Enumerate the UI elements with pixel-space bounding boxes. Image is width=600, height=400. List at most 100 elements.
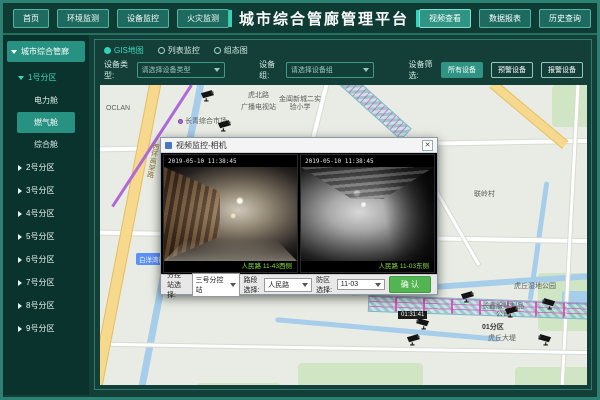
chevron-down-icon	[375, 283, 381, 287]
device-type-select[interactable]: 请选择设备类型	[137, 62, 225, 78]
chevron-right-icon	[18, 326, 22, 332]
video-monitor-dialog: 视频监控-相机 ✕ 2019-05-10 11:38:45 人民路 11-43西…	[160, 137, 438, 295]
radio-label: 组态图	[224, 45, 248, 56]
sidebar-item-zone6[interactable]: 6号分区	[3, 248, 89, 271]
close-icon[interactable]: ✕	[422, 140, 433, 151]
tunnel-video-frame	[164, 167, 297, 261]
nav-device-monitor-button[interactable]: 设备监控	[117, 9, 169, 28]
video-feed-left[interactable]: 2019-05-10 11:38:45 人民路 11-43西侧	[163, 154, 298, 273]
zone-label: 9号分区	[26, 323, 54, 334]
map-label: 联岭村	[474, 191, 495, 199]
nav-video-view-button[interactable]: 视频查看	[419, 9, 471, 28]
map-label: 虎丘湿地公园	[514, 283, 556, 291]
dialog-titlebar[interactable]: 视频监控-相机 ✕	[161, 138, 437, 153]
sidebar-zone1-label: 1号分区	[28, 72, 56, 83]
filter-alarm-devices-button[interactable]: 报警设备	[541, 62, 583, 78]
nav-env-monitor-button[interactable]: 环境监测	[57, 9, 109, 28]
radio-list-monitor[interactable]: 列表监控	[158, 45, 200, 56]
camera-timestamp-tooltip: 01:31:41	[398, 311, 427, 319]
sidebar-item-power-cabin[interactable]: 电力舱	[17, 90, 75, 111]
dialog-title: 视频监控-相机	[176, 140, 227, 151]
zone-label: 2号分区	[26, 162, 54, 173]
video-dialog-icon	[165, 142, 172, 149]
pipe-gallery-corridor	[333, 85, 412, 141]
station-select-label: 分控站选择:	[167, 270, 188, 300]
zone-badge: 01分区	[482, 322, 504, 332]
device-filter-row: 设备类型: 请选择设备类型 设备组: 请选择设备组 设备筛选: 所有设备 预警设…	[100, 59, 587, 85]
road-select[interactable]: 人民路	[264, 278, 312, 292]
station-select-value: 三号分控站	[196, 275, 226, 295]
chevron-down-icon	[230, 283, 236, 287]
map-label: 金阊新城二实验小学	[276, 96, 324, 113]
nav-data-report-button[interactable]: 数据报表	[479, 9, 531, 28]
sidebar-root-item[interactable]: 城市综合管廊	[7, 41, 85, 62]
sidebar-item-utility-cabin[interactable]: 综合舱	[17, 134, 75, 155]
radio-gis-map[interactable]: GIS地图	[104, 45, 144, 56]
cctv-camera-icon[interactable]	[504, 305, 522, 320]
zone-label: 7号分区	[26, 277, 54, 288]
cctv-camera-icon[interactable]	[406, 333, 424, 348]
title-area: 城市综合管廊管理平台	[229, 8, 419, 29]
defense-zone-select[interactable]: 11-03	[337, 279, 385, 290]
video-feed-right[interactable]: 2019-05-10 11:38:45 人民路 11-03东侧	[300, 154, 435, 273]
sidebar-item-zone3[interactable]: 3号分区	[3, 179, 89, 202]
device-group-select[interactable]: 请选择设备组	[286, 62, 374, 78]
sidebar-root-label: 城市综合管廊	[21, 46, 69, 57]
chevron-right-icon	[18, 188, 22, 194]
video-timestamp: 2019-05-10 11:38:45	[168, 158, 237, 165]
map-label: 虎丘大堤	[488, 335, 516, 343]
chevron-down-icon	[214, 68, 220, 72]
sidebar-item-zone2[interactable]: 2号分区	[3, 156, 89, 179]
sidebar-item-zone1[interactable]: 1号分区	[3, 66, 89, 89]
cctv-camera-icon[interactable]	[412, 317, 430, 332]
zone-label: 8号分区	[26, 300, 54, 311]
cctv-camera-icon[interactable]	[538, 297, 556, 312]
sidebar-item-zone5[interactable]: 5号分区	[3, 225, 89, 248]
video-panel-row: 2019-05-10 11:38:45 人民路 11-43西侧 2019-05-…	[161, 153, 437, 274]
chevron-down-icon	[18, 76, 24, 80]
nav-history-query-button[interactable]: 历史查询	[539, 9, 591, 28]
app-window: 首页 环境监测 设备监控 火灾监测 城市综合管廊管理平台 视频查看 数据报表 历…	[0, 0, 600, 400]
map-park-area	[552, 85, 587, 127]
map-green-area	[515, 367, 587, 385]
sidebar-item-zone4[interactable]: 4号分区	[3, 202, 89, 225]
sidebar-item-zone9[interactable]: 9号分区	[3, 317, 89, 340]
nav-right: 视频查看 数据报表 历史查询 用户管理	[419, 9, 600, 28]
chevron-right-icon	[18, 165, 22, 171]
sidebar-item-zone8[interactable]: 8号分区	[3, 294, 89, 317]
map-road	[100, 343, 587, 355]
sidebar-item-zone7[interactable]: 7号分区	[3, 271, 89, 294]
filter-warning-devices-button[interactable]: 预警设备	[491, 62, 533, 78]
sidebar-item-gas-cabin[interactable]: 燃气舱	[17, 112, 75, 133]
map-green-area	[298, 363, 423, 385]
dialog-controls: 分控站选择: 三号分控站 路段选择: 人民路 防区选择: 11-03 确 认	[161, 274, 437, 294]
video-location-label: 人民路 11-43西侧	[242, 260, 292, 270]
map-green-area	[196, 383, 281, 385]
station-select[interactable]: 三号分控站	[192, 273, 240, 297]
zone-label: 3号分区	[26, 185, 54, 196]
device-group-label: 设备组:	[259, 59, 278, 81]
confirm-button[interactable]: 确 认	[389, 276, 431, 293]
chevron-down-icon	[363, 68, 369, 72]
nav-home-button[interactable]: 首页	[13, 9, 49, 28]
cctv-camera-icon[interactable]	[460, 290, 478, 305]
nav-left: 首页 环境监测 设备监控 火灾监测	[13, 9, 229, 28]
road-select-value: 人民路	[268, 280, 289, 290]
device-type-label: 设备类型:	[104, 59, 129, 81]
sidebar-tree: 城市综合管廊 1号分区 电力舱 燃气舱 综合舱 2号分区 3号分区 4号分区 5…	[3, 35, 89, 395]
radio-dot-icon	[158, 47, 165, 54]
filter-all-devices-button[interactable]: 所有设备	[441, 62, 483, 78]
cctv-camera-icon[interactable]	[534, 333, 552, 348]
radio-label: 列表监控	[168, 45, 200, 56]
map-canal	[275, 317, 500, 342]
cctv-camera-icon[interactable]	[200, 89, 218, 104]
nav-fire-monitor-button[interactable]: 火灾监测	[177, 9, 229, 28]
device-type-value: 请选择设备类型	[142, 65, 191, 75]
radio-scada-view[interactable]: 组态图	[214, 45, 248, 56]
zone-label: 4号分区	[26, 208, 54, 219]
map-label: 虎北路	[248, 92, 269, 100]
chevron-right-icon	[18, 211, 22, 217]
cctv-camera-icon[interactable]	[217, 119, 235, 134]
title-accent-bar-left	[229, 10, 232, 27]
road-select-label: 路段选择:	[244, 275, 261, 295]
